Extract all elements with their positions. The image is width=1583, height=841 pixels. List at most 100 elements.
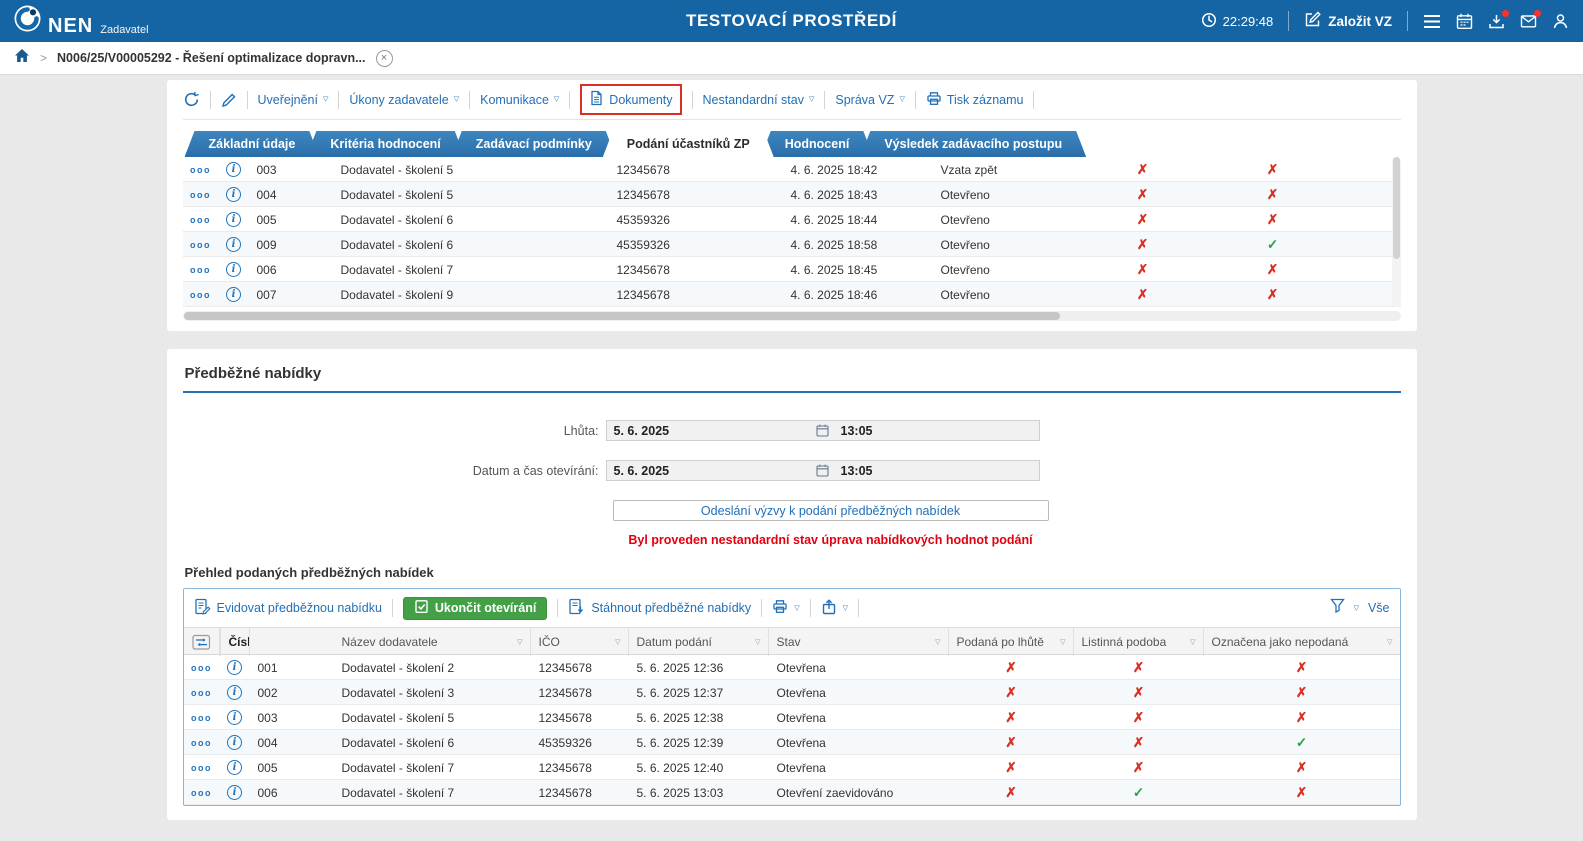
- header-stav[interactable]: Stav ▽: [769, 628, 949, 656]
- header-podana-po-lhute[interactable]: Podaná po lhůtě ▽: [949, 628, 1074, 656]
- row-menu-icon[interactable]: ooo: [190, 190, 211, 200]
- info-icon[interactable]: i: [226, 187, 241, 202]
- page-content: Uveřejnění ▽ Úkony zadavatele ▽ Komunikace…: [0, 75, 1583, 820]
- row-menu-icon[interactable]: ooo: [191, 688, 212, 698]
- cell-datum: 4. 6. 2025 18:45: [790, 262, 878, 277]
- breadcrumb: > N006/25/V00005292 - Řešení optimalizac…: [0, 42, 1583, 75]
- info-icon[interactable]: i: [227, 760, 242, 775]
- header-oznacena-jako-nepodana[interactable]: Označena jako nepodaná ▽: [1204, 628, 1400, 656]
- close-icon[interactable]: ×: [375, 49, 393, 67]
- row-menu-icon[interactable]: ooo: [191, 763, 212, 773]
- menu-uverejneni[interactable]: Uveřejnění ▽: [258, 93, 329, 107]
- menu-ukony-zadavatele[interactable]: Úkony zadavatele ▽: [349, 93, 459, 107]
- info-icon[interactable]: i: [227, 735, 242, 750]
- header-nazev-dodavatele[interactable]: Název dodavatele ▽: [334, 628, 531, 656]
- cell-datum-podani: 5. 6. 2025 12:37: [636, 685, 724, 700]
- mark-1: ✗: [1136, 236, 1149, 252]
- downloads-icon[interactable]: [1488, 9, 1509, 30]
- zalozit-vz-button[interactable]: Založit VZ: [1304, 11, 1392, 31]
- cell-stav: Otevřeno: [940, 212, 990, 227]
- info-icon[interactable]: i: [226, 212, 241, 227]
- odeslani-vyzvy-button[interactable]: Odeslání výzvy k podání předběžných nabí…: [612, 500, 1049, 521]
- menu-nestandardni-stav[interactable]: Nestandardní stav ▽: [703, 93, 815, 107]
- table-row[interactable]: ooo i 004 Dodavatel - školení 6 45359326…: [183, 730, 1400, 755]
- user-profile-icon[interactable]: [1552, 13, 1569, 30]
- printer-icon: [772, 599, 788, 617]
- header-cislo[interactable]: Číslo ↑ ▽: [219, 628, 250, 656]
- export-button[interactable]: ▽: [821, 598, 848, 618]
- menu-sprava-vz[interactable]: Správa VZ ▽: [835, 93, 904, 107]
- row-menu-icon[interactable]: ooo: [190, 215, 211, 225]
- table-row[interactable]: ooo i 004 Dodavatel - školení 5 12345678…: [182, 182, 1401, 207]
- row-menu-icon[interactable]: ooo: [190, 240, 211, 250]
- row-menu-icon[interactable]: ooo: [190, 290, 211, 300]
- scrollbar-thumb[interactable]: [1392, 157, 1400, 259]
- menu-tisk-zaznamu[interactable]: Tisk záznamu: [926, 91, 1023, 109]
- edit-pencil-icon[interactable]: [221, 92, 237, 108]
- vertical-scrollbar[interactable]: [1391, 157, 1401, 307]
- clipboard-download-icon: [568, 598, 585, 618]
- info-icon[interactable]: i: [226, 162, 241, 177]
- table-row[interactable]: ooo i 006 Dodavatel - školení 7 12345678…: [182, 257, 1401, 282]
- scrollbar-thumb[interactable]: [183, 312, 1061, 320]
- cell-ico: 45359326: [616, 212, 670, 227]
- tab-vysledek-zadavaciho-postupu[interactable]: Výsledek zadávacího postupu: [860, 131, 1086, 157]
- header-ico[interactable]: IČO ▽: [531, 628, 629, 656]
- breadcrumb-item[interactable]: N006/25/V00005292 - Řešení optimalizace …: [57, 51, 365, 65]
- info-icon[interactable]: i: [227, 710, 242, 725]
- horizontal-scrollbar[interactable]: [182, 311, 1401, 321]
- home-icon[interactable]: [14, 48, 30, 68]
- info-icon[interactable]: i: [227, 685, 242, 700]
- table-row[interactable]: ooo i 003 Dodavatel - školení 5 12345678…: [182, 157, 1401, 182]
- table-row[interactable]: ooo i 009 Dodavatel - školení 6 45359326…: [182, 232, 1401, 257]
- info-icon[interactable]: i: [226, 262, 241, 277]
- info-icon[interactable]: i: [227, 660, 242, 675]
- ukoncit-otevirani-button[interactable]: Ukončit otevírání: [402, 596, 548, 620]
- cell-nazev-dodavatele: Dodavatel - školení 3: [341, 685, 455, 700]
- column-settings-button[interactable]: [184, 628, 220, 656]
- table-row[interactable]: ooo i 006 Dodavatel - školení 7 12345678…: [183, 780, 1400, 805]
- table-row[interactable]: ooo i 003 Dodavatel - školení 5 12345678…: [183, 705, 1400, 730]
- refresh-icon[interactable]: [183, 91, 200, 108]
- row-menu-icon[interactable]: ooo: [191, 788, 212, 798]
- menu-komunikace[interactable]: Komunikace ▽: [480, 93, 559, 107]
- chevron-down-icon[interactable]: ▽: [1354, 605, 1359, 612]
- menu-dokumenty-highlighted[interactable]: Dokumenty: [580, 84, 682, 115]
- calendar-icon[interactable]: [812, 464, 834, 477]
- nen-logo[interactable]: NEN Zadavatel: [14, 5, 149, 37]
- stahnout-nabidky-button[interactable]: Stáhnout předběžné nabídky: [568, 598, 751, 618]
- lhuta-datetime-field[interactable]: 5. 6. 2025 13:05: [605, 420, 1040, 441]
- row-menu-icon[interactable]: ooo: [190, 165, 211, 175]
- tab-hodnoceni[interactable]: Hodnocení: [761, 131, 874, 157]
- table-row[interactable]: ooo i 005 Dodavatel - školení 7 12345678…: [183, 755, 1400, 780]
- messages-icon[interactable]: [1520, 9, 1541, 30]
- tab-zakladni-udaje[interactable]: Základní údaje: [185, 131, 320, 157]
- tab-podani-ucastniku-zp[interactable]: Podání účastníků ZP: [603, 131, 774, 157]
- mark-1: ✗: [1136, 286, 1149, 302]
- table-row[interactable]: ooo i 002 Dodavatel - školení 3 12345678…: [183, 680, 1400, 705]
- table-row[interactable]: ooo i 005 Dodavatel - školení 6 45359326…: [182, 207, 1401, 232]
- header-listinna-podoba[interactable]: Listinná podoba ▽: [1074, 628, 1204, 656]
- tab-kriteria-hodnoceni[interactable]: Kritéria hodnocení: [306, 131, 464, 157]
- info-icon[interactable]: i: [227, 785, 242, 800]
- info-icon[interactable]: i: [226, 237, 241, 252]
- menu-hamburger-icon[interactable]: [1423, 14, 1441, 29]
- evidovat-nabidku-button[interactable]: Evidovat předběžnou nabídku: [194, 598, 382, 618]
- divider: [1407, 11, 1408, 31]
- print-table-button[interactable]: ▽: [772, 599, 800, 617]
- info-icon[interactable]: i: [226, 287, 241, 302]
- filter-icon[interactable]: [1329, 598, 1345, 618]
- header-datum-podani[interactable]: Datum podání ▽: [629, 628, 769, 656]
- filter-vse-link[interactable]: Vše: [1368, 601, 1390, 615]
- calendar-icon[interactable]: [812, 424, 834, 437]
- row-menu-icon[interactable]: ooo: [191, 738, 212, 748]
- oteviranni-datetime-field[interactable]: 5. 6. 2025 13:05: [605, 460, 1040, 481]
- cell-datum-podani: 5. 6. 2025 13:03: [636, 785, 724, 800]
- row-menu-icon[interactable]: ooo: [191, 713, 212, 723]
- calendar-icon[interactable]: [1456, 13, 1473, 30]
- tab-zadavaci-podminky[interactable]: Zadávací podmínky: [452, 131, 616, 157]
- row-menu-icon[interactable]: ooo: [191, 663, 212, 673]
- table-row[interactable]: ooo i 007 Dodavatel - školení 9 12345678…: [182, 282, 1401, 307]
- table-row[interactable]: ooo i 001 Dodavatel - školení 2 12345678…: [183, 655, 1400, 680]
- row-menu-icon[interactable]: ooo: [190, 265, 211, 275]
